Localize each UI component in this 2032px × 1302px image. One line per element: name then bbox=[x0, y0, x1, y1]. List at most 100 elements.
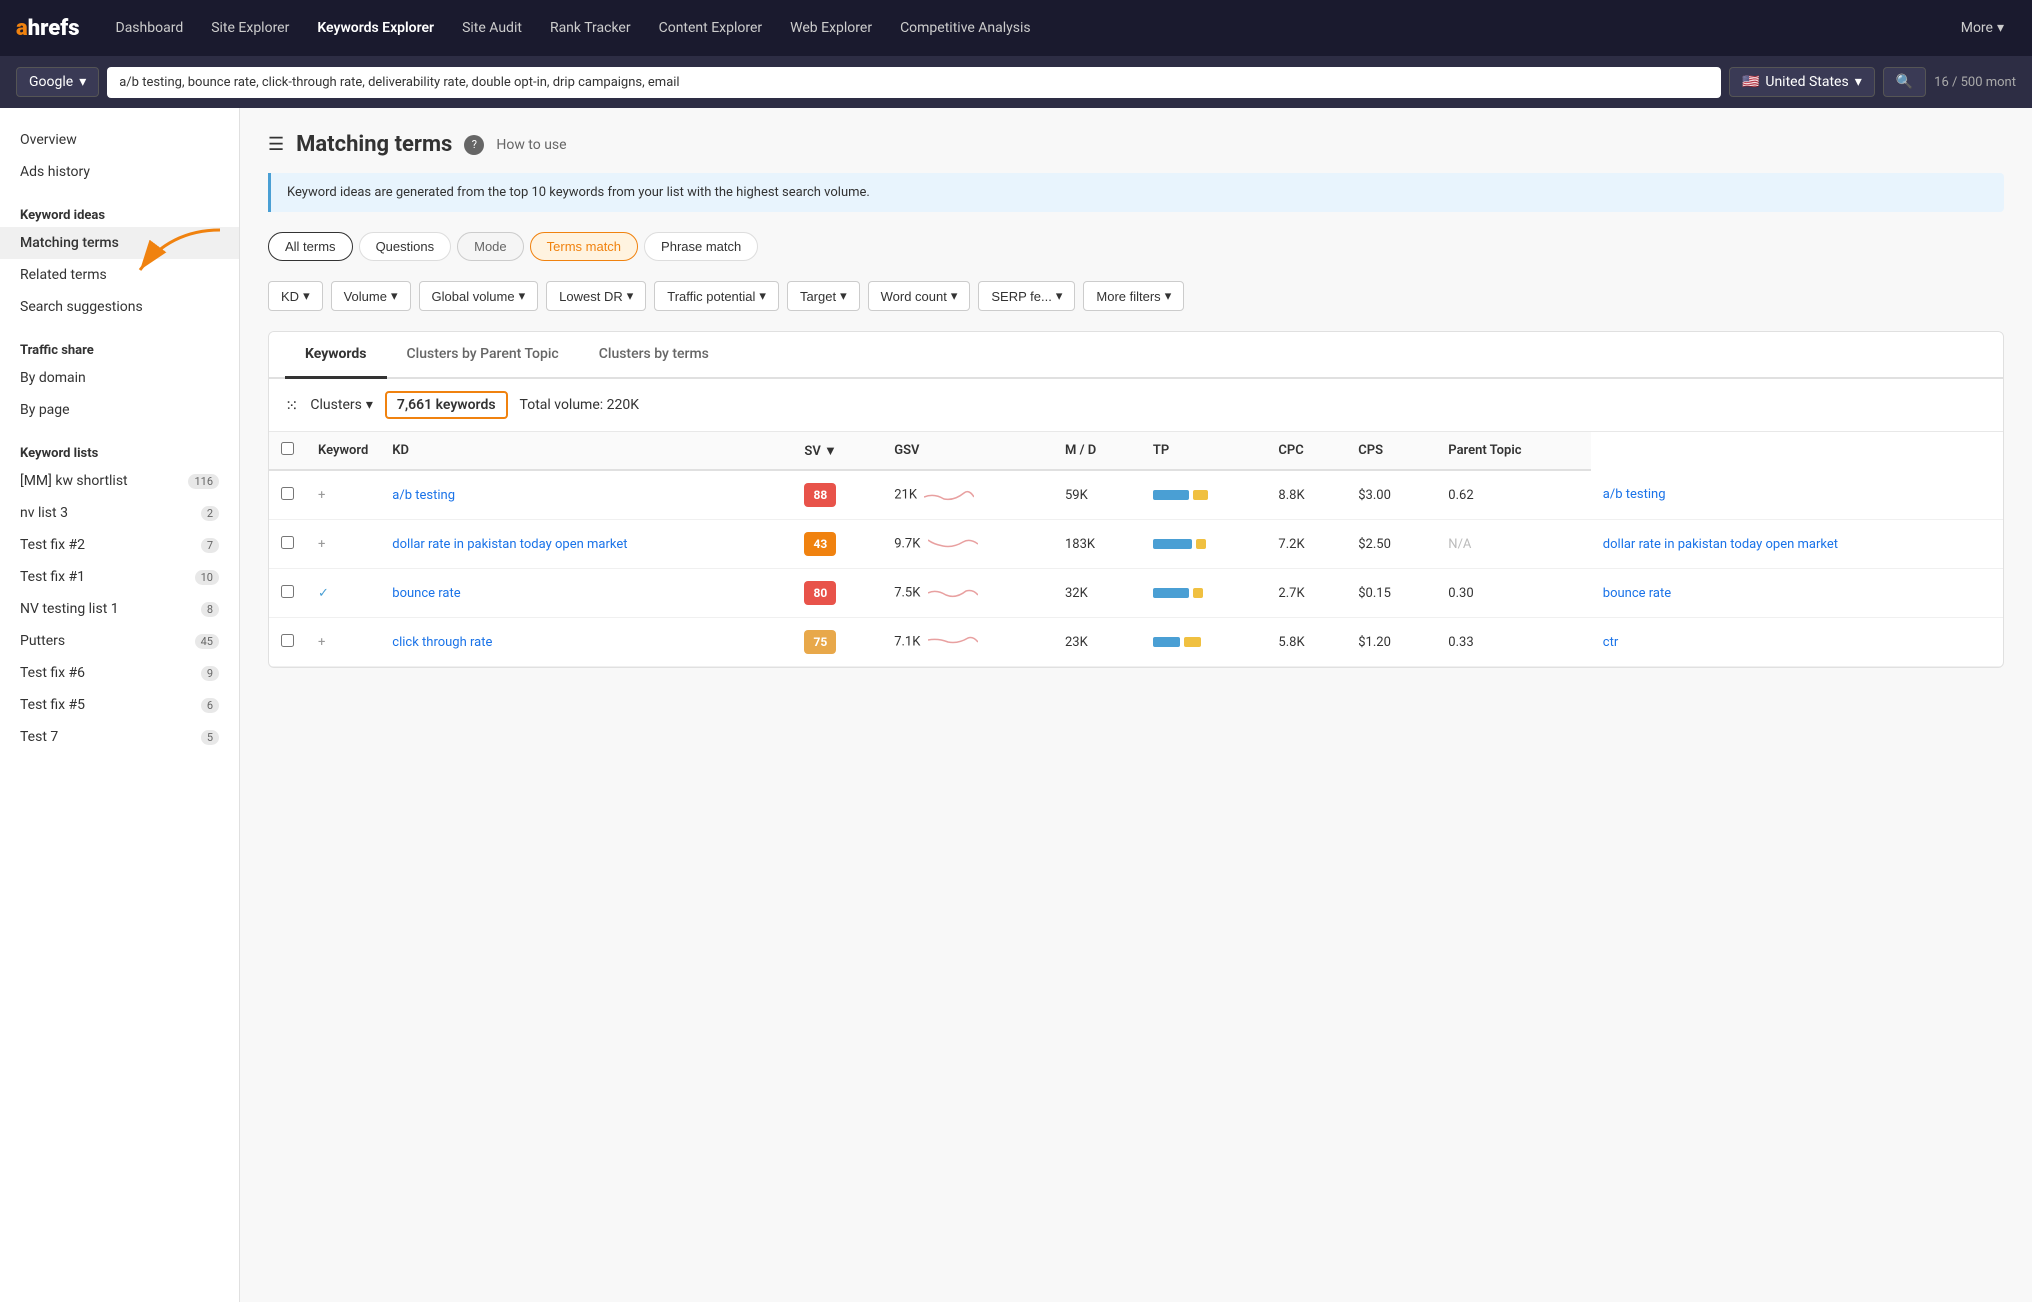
row-checkbox[interactable] bbox=[281, 536, 294, 549]
md-cell bbox=[1141, 470, 1267, 520]
filter-btn-word-count[interactable]: Word count ▾ bbox=[868, 281, 971, 311]
sidebar-item-by-domain[interactable]: By domain bbox=[0, 362, 239, 394]
tab-phrase-match[interactable]: Phrase match bbox=[644, 232, 758, 261]
parent-topic-link[interactable]: bounce rate bbox=[1603, 586, 1671, 601]
sidebar-item-search-suggestions[interactable]: Search suggestions bbox=[0, 291, 239, 323]
tab-terms-match[interactable]: Terms match bbox=[530, 232, 638, 261]
keywords-count: 7,661 keywords bbox=[385, 391, 508, 419]
sv-value: 7.1K bbox=[894, 634, 920, 649]
sidebar-kw-list-item[interactable]: Test 75 bbox=[0, 721, 239, 753]
cpc-value: $2.50 bbox=[1358, 537, 1391, 552]
table-row: + click through rate 75 7.1K 23K 5.8K $1… bbox=[269, 618, 2003, 667]
sidebar-item-by-page[interactable]: By page bbox=[0, 394, 239, 426]
sidebar-kw-list-item[interactable]: Putters45 bbox=[0, 625, 239, 657]
sidebar-item-matching-terms[interactable]: Matching terms bbox=[0, 227, 239, 259]
filter-btn-kd[interactable]: KD ▾ bbox=[268, 281, 323, 311]
sv-cell: 7.1K bbox=[882, 618, 1053, 667]
row-checkbox[interactable] bbox=[281, 634, 294, 647]
filter-btn-global-volume[interactable]: Global volume ▾ bbox=[419, 281, 539, 311]
md-bar-yellow bbox=[1193, 490, 1208, 500]
hamburger-icon[interactable]: ☰ bbox=[268, 134, 284, 155]
nav-item-content-explorer[interactable]: Content Explorer bbox=[647, 12, 775, 44]
parent-topic-link[interactable]: dollar rate in pakistan today open marke… bbox=[1603, 537, 1838, 552]
th-tp[interactable]: TP bbox=[1141, 432, 1267, 470]
logo[interactable]: ahrefs bbox=[16, 16, 80, 41]
gsv-value: 59K bbox=[1065, 488, 1088, 503]
sidebar-kw-list-item[interactable]: Test fix #69 bbox=[0, 657, 239, 689]
nav-item-site-explorer[interactable]: Site Explorer bbox=[199, 12, 301, 44]
th-md[interactable]: M / D bbox=[1053, 432, 1141, 470]
tp-cell: 5.8K bbox=[1266, 618, 1346, 667]
filter-btn-traffic-potential[interactable]: Traffic potential ▾ bbox=[654, 281, 779, 311]
add-icon[interactable]: + bbox=[318, 635, 325, 650]
filter-btn-lowest-dr[interactable]: Lowest DR ▾ bbox=[546, 281, 646, 311]
parent-topic-link[interactable]: a/b testing bbox=[1603, 487, 1666, 502]
th-gsv[interactable]: GSV bbox=[882, 432, 1053, 470]
add-icon[interactable]: + bbox=[318, 488, 325, 503]
kd-badge: 43 bbox=[804, 532, 836, 556]
add-icon[interactable]: + bbox=[318, 537, 325, 552]
sv-cell: 7.5K bbox=[882, 569, 1053, 618]
sidebar-kw-list-item[interactable]: Test fix #27 bbox=[0, 529, 239, 561]
cluster-tab-keywords[interactable]: Keywords bbox=[285, 332, 387, 379]
tab-mode[interactable]: Mode bbox=[457, 232, 524, 261]
th-kd[interactable]: KD bbox=[380, 432, 792, 470]
nav-item-dashboard[interactable]: Dashboard bbox=[104, 12, 196, 44]
th-cps[interactable]: CPS bbox=[1346, 432, 1436, 470]
sidebar-kw-list-item[interactable]: nv list 32 bbox=[0, 497, 239, 529]
cps-cell: 0.30 bbox=[1436, 569, 1591, 618]
keyword-search-input[interactable]: a/b testing, bounce rate, click-through … bbox=[107, 67, 1721, 98]
nav-items: DashboardSite ExplorerKeywords ExplorerS… bbox=[104, 12, 1941, 44]
th-parent-topic[interactable]: Parent Topic bbox=[1436, 432, 1591, 470]
sidebar-kw-list-item[interactable]: [MM] kw shortlist116 bbox=[0, 465, 239, 497]
filter-btn-serp-fe...[interactable]: SERP fe... ▾ bbox=[978, 281, 1075, 311]
nav-more[interactable]: More ▾ bbox=[1949, 12, 2016, 44]
nav-item-competitive-analysis[interactable]: Competitive Analysis bbox=[888, 12, 1043, 44]
filter-btn-target[interactable]: Target ▾ bbox=[787, 281, 860, 311]
tab-questions[interactable]: Questions bbox=[359, 232, 452, 261]
keyword-link[interactable]: click through rate bbox=[392, 635, 492, 650]
th-sv[interactable]: SV ▼ bbox=[792, 432, 882, 470]
md-cell bbox=[1141, 520, 1267, 569]
parent-topic-link[interactable]: ctr bbox=[1603, 635, 1618, 650]
how-to-use-link[interactable]: How to use bbox=[496, 137, 566, 153]
cpc-value: $3.00 bbox=[1358, 488, 1391, 503]
country-selector[interactable]: 🇺🇸 United States ▾ bbox=[1729, 67, 1875, 97]
cluster-tab-terms[interactable]: Clusters by terms bbox=[579, 332, 729, 379]
select-all-checkbox[interactable] bbox=[281, 442, 294, 455]
md-bar-blue bbox=[1153, 588, 1189, 598]
th-cpc[interactable]: CPC bbox=[1266, 432, 1346, 470]
search-button[interactable]: 🔍 bbox=[1883, 67, 1926, 97]
nav-item-web-explorer[interactable]: Web Explorer bbox=[778, 12, 884, 44]
cluster-tab-parent-topic[interactable]: Clusters by Parent Topic bbox=[387, 332, 579, 379]
filter-btn-more-filters[interactable]: More filters ▾ bbox=[1083, 281, 1184, 311]
sidebar-kw-list-item[interactable]: Test fix #110 bbox=[0, 561, 239, 593]
sidebar-item-ads-history[interactable]: Ads history bbox=[0, 156, 239, 188]
row-checkbox[interactable] bbox=[281, 585, 294, 598]
row-checkbox[interactable] bbox=[281, 487, 294, 500]
sidebar-kw-list-item[interactable]: Test fix #56 bbox=[0, 689, 239, 721]
filter-btn-volume[interactable]: Volume ▾ bbox=[331, 281, 411, 311]
sv-sparkline bbox=[928, 581, 978, 605]
parent-topic-cell: dollar rate in pakistan today open marke… bbox=[1591, 520, 2003, 569]
engine-selector[interactable]: Google ▾ bbox=[16, 67, 99, 97]
keyword-link[interactable]: a/b testing bbox=[392, 488, 455, 503]
sidebar-kw-list-item[interactable]: NV testing list 18 bbox=[0, 593, 239, 625]
cluster-info-row: ⁙ Clusters ▾ 7,661 keywords Total volume… bbox=[269, 379, 2003, 432]
nav-item-keywords-explorer[interactable]: Keywords Explorer bbox=[305, 12, 446, 44]
action-cell: + bbox=[306, 618, 380, 667]
help-icon[interactable]: ? bbox=[464, 135, 484, 155]
tp-cell: 8.8K bbox=[1266, 470, 1346, 520]
nav-item-rank-tracker[interactable]: Rank Tracker bbox=[538, 12, 643, 44]
tab-all-terms[interactable]: All terms bbox=[268, 232, 353, 261]
clusters-dropdown[interactable]: Clusters ▾ bbox=[310, 397, 372, 413]
cpc-value: $1.20 bbox=[1358, 635, 1391, 650]
quota-display: 16 / 500 mont bbox=[1934, 75, 2016, 90]
gsv-value: 32K bbox=[1065, 586, 1088, 601]
nav-item-site-audit[interactable]: Site Audit bbox=[450, 12, 534, 44]
sidebar-item-related-terms[interactable]: Related terms bbox=[0, 259, 239, 291]
keyword-link[interactable]: dollar rate in pakistan today open marke… bbox=[392, 537, 627, 552]
sidebar-item-overview[interactable]: Overview bbox=[0, 124, 239, 156]
keyword-lists-section-title: Keyword lists bbox=[0, 434, 239, 465]
keyword-link[interactable]: bounce rate bbox=[392, 586, 460, 601]
